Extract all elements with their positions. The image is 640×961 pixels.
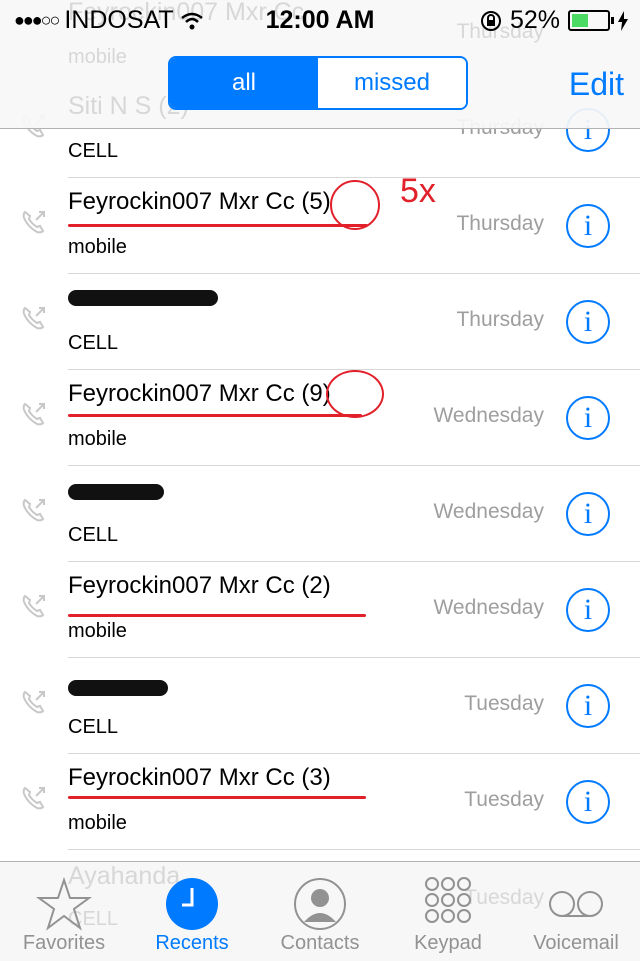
recents-filter: all missed — [168, 56, 468, 110]
info-button[interactable]: i — [566, 396, 610, 440]
clock-icon — [166, 878, 218, 930]
charging-icon — [618, 10, 628, 31]
call-day: Wednesday — [433, 404, 544, 427]
keypad-icon — [425, 877, 471, 923]
outgoing-call-icon — [22, 594, 45, 618]
annotation-underline — [68, 414, 362, 417]
tab-label: Keypad — [414, 932, 482, 954]
contact-name: Feyrockin007 Mxr Cc (9) — [68, 380, 331, 407]
segment-all[interactable]: all — [170, 58, 318, 108]
person-icon — [294, 878, 346, 930]
call-day: Wednesday — [433, 500, 544, 523]
edit-button[interactable]: Edit — [569, 66, 624, 103]
tab-label: Contacts — [280, 932, 360, 954]
tab-label: Favorites — [22, 932, 106, 954]
call-type: CELL — [68, 716, 119, 738]
annotation-underline — [68, 224, 368, 227]
call-day: Tuesday — [464, 788, 544, 811]
call-day: Thursday — [456, 308, 544, 331]
rotation-lock-icon — [480, 10, 501, 31]
annotation-underline — [68, 614, 366, 617]
annotation-circle — [330, 180, 380, 230]
call-row[interactable]: CELL Wednesday i — [0, 466, 640, 562]
segment-missed[interactable]: missed — [318, 58, 466, 108]
call-type: CELL — [68, 140, 119, 162]
outgoing-call-icon — [22, 690, 45, 714]
outgoing-call-icon — [22, 402, 45, 426]
call-type: mobile — [68, 812, 127, 834]
redacted-name — [68, 484, 164, 500]
call-row[interactable]: Feyrockin007 Mxr Cc (3) mobile Tuesday i — [0, 754, 640, 850]
call-row[interactable]: CELL Tuesday i — [0, 658, 640, 754]
recents-list: CELL Thursday i Feyrockin007 Mxr Cc (5) … — [0, 82, 640, 850]
info-button[interactable]: i — [566, 492, 610, 536]
call-day: Thursday — [456, 212, 544, 235]
voicemail-icon — [549, 891, 603, 917]
call-type: mobile — [68, 236, 127, 258]
tab-contacts[interactable]: Contacts — [256, 862, 384, 961]
info-button[interactable]: i — [566, 300, 610, 344]
call-type: CELL — [68, 332, 119, 354]
call-day: Wednesday — [433, 596, 544, 619]
status-bar: ●●●○○ INDOSAT 12:00 AM 52% — [0, 0, 640, 42]
call-row[interactable]: Feyrockin007 Mxr Cc (2) mobile Wednesday… — [0, 562, 640, 658]
info-button[interactable]: i — [566, 588, 610, 632]
info-button[interactable]: i — [566, 780, 610, 824]
tab-label: Recents — [155, 932, 229, 954]
tab-label: Voicemail — [533, 932, 619, 954]
annotation-circle — [326, 370, 384, 418]
star-icon — [35, 876, 93, 931]
contact-name: Feyrockin007 Mxr Cc (2) — [68, 572, 331, 599]
info-button[interactable]: i — [566, 684, 610, 728]
call-type: CELL — [68, 524, 119, 546]
tab-keypad[interactable]: Keypad — [384, 862, 512, 961]
contact-name: Feyrockin007 Mxr Cc (3) — [68, 764, 331, 791]
outgoing-call-icon — [22, 306, 45, 330]
info-button[interactable]: i — [566, 204, 610, 248]
outgoing-call-icon — [22, 498, 45, 522]
tab-favorites[interactable]: Favorites — [0, 862, 128, 961]
outgoing-call-icon — [22, 786, 45, 810]
redacted-name — [68, 290, 218, 306]
outgoing-call-icon — [22, 210, 45, 234]
tab-bar: Ayahanda CELL Tuesday Favorites Recents … — [0, 861, 640, 961]
call-type: mobile — [68, 620, 127, 642]
redacted-name — [68, 680, 168, 696]
annotation-note: 5x — [400, 172, 436, 210]
annotation-underline — [68, 796, 366, 799]
battery-icon — [568, 10, 614, 31]
call-row[interactable]: CELL Thursday i — [0, 274, 640, 370]
battery-percent: 52% — [509, 6, 560, 34]
tab-voicemail[interactable]: Voicemail — [512, 862, 640, 961]
call-day: Tuesday — [464, 692, 544, 715]
tab-recents[interactable]: Recents — [128, 862, 256, 961]
call-row[interactable]: Feyrockin007 Mxr Cc (9) mobile Wednesday… — [0, 370, 640, 466]
call-type: mobile — [68, 428, 127, 450]
ghost-type: mobile — [68, 46, 127, 68]
contact-name: Feyrockin007 Mxr Cc (5) — [68, 188, 331, 215]
